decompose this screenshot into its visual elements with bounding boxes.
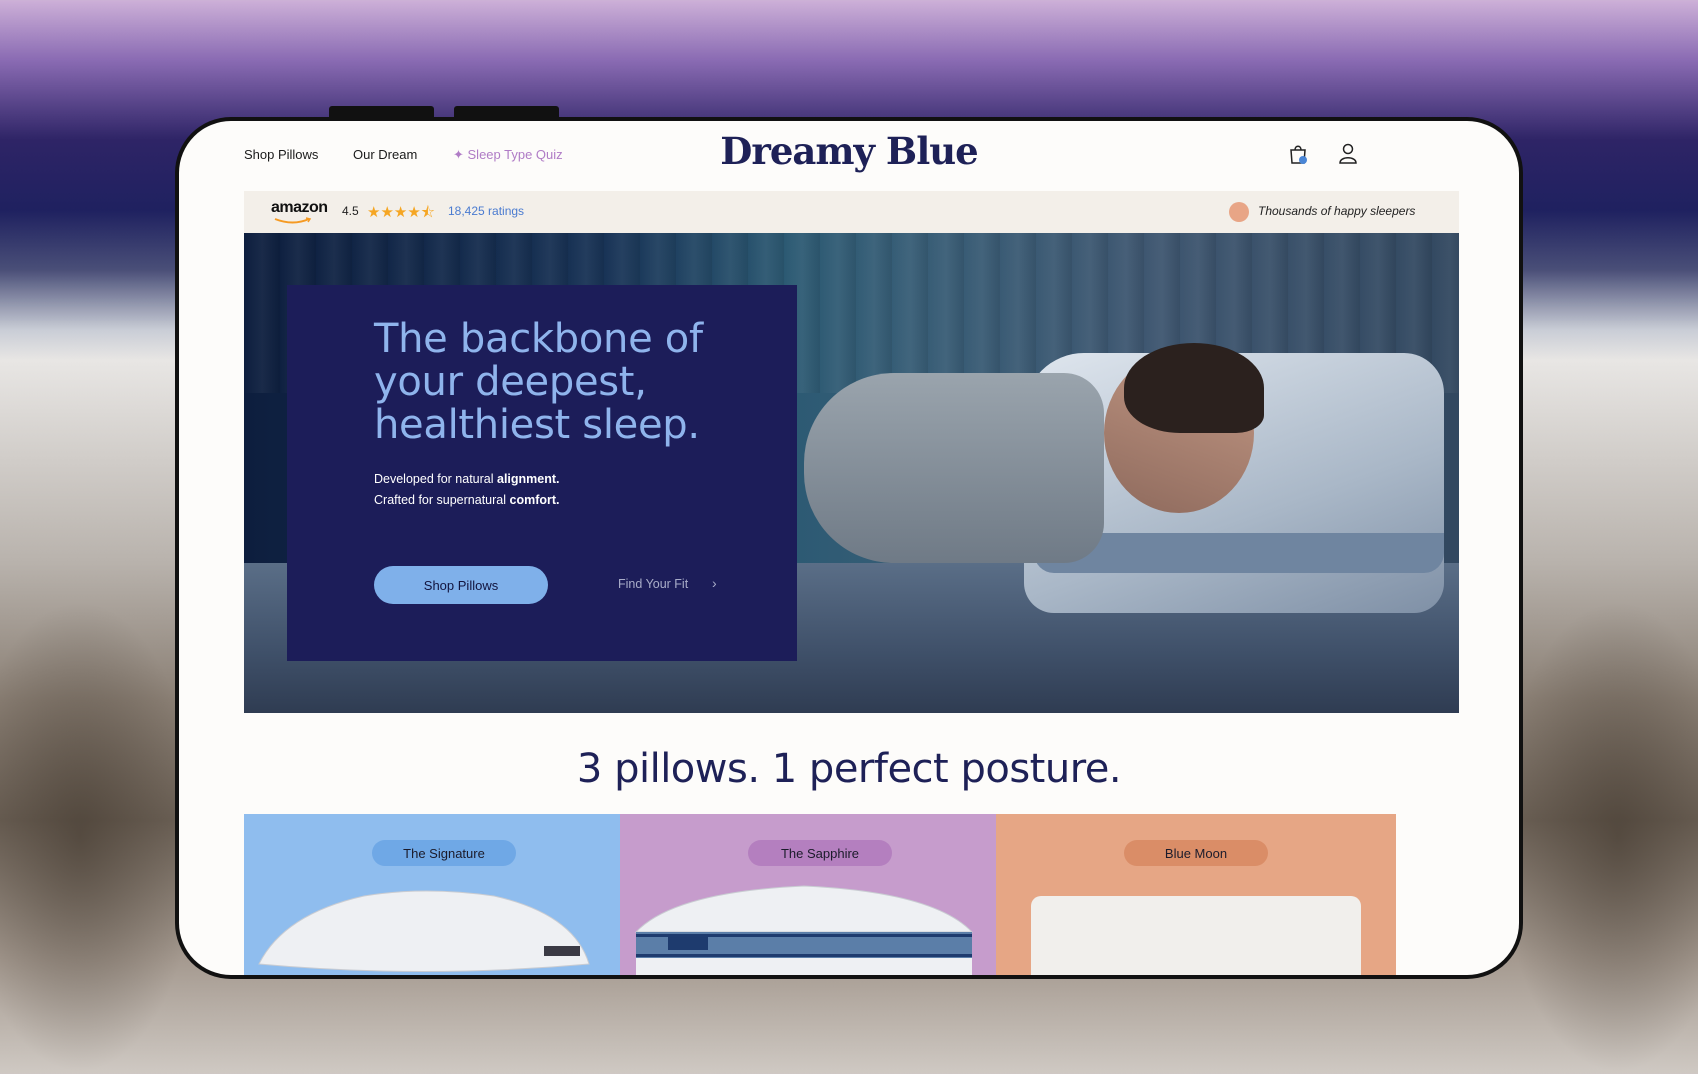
section-title: 3 pillows. 1 perfect posture. — [576, 746, 1122, 792]
shopping-bag-icon — [1290, 145, 1307, 164]
hero-sleeper-body — [804, 373, 1104, 563]
chevron-right-icon[interactable]: › — [712, 575, 717, 591]
amazon-smile-icon — [274, 217, 312, 224]
user-icon — [1339, 143, 1357, 164]
find-your-fit-link[interactable]: Find Your Fit — [618, 577, 688, 591]
shop-pillows-button[interactable]: Shop Pillows — [374, 566, 548, 604]
device-frame: Shop Pillows Our Dream ✦ Sleep Type Quiz… — [175, 117, 1523, 979]
account-button[interactable] — [1335, 141, 1361, 167]
hero-sub-line2: Crafted for supernatural — [374, 493, 510, 507]
hero-sub-line1: Developed for natural — [374, 472, 497, 486]
ratings-count-link[interactable]: 18,425 ratings — [448, 204, 524, 218]
product-card-signature[interactable]: The Signature — [244, 814, 644, 975]
star-rating-icon: ★★★★⯪ — [367, 204, 435, 221]
hero-sub-line1-bold: alignment. — [497, 472, 560, 486]
cart-button[interactable] — [1285, 141, 1311, 167]
product-badge[interactable]: The Sapphire — [748, 840, 892, 866]
hero-sub-line2-bold: comfort. — [509, 493, 560, 507]
browser-screen: Shop Pillows Our Dream ✦ Sleep Type Quiz… — [179, 121, 1519, 975]
hero-text-panel: The backbone of your deepest, healthiest… — [287, 285, 797, 661]
signature-pillow-image — [258, 890, 590, 972]
hero-subtext: Developed for natural alignment. Crafted… — [374, 469, 560, 511]
blue-moon-pillow-image — [1031, 896, 1361, 975]
product-badge[interactable]: The Signature — [372, 840, 516, 866]
happy-sleepers-text: Thousands of happy sleepers — [1258, 204, 1416, 218]
hero-sleeper-hair — [1124, 343, 1264, 433]
product-card-blue-moon[interactable]: Blue Moon — [996, 814, 1396, 975]
brand-logo[interactable]: Dreamy Blue — [179, 129, 1519, 173]
logo-star-icon: ✦ — [740, 138, 750, 150]
amazon-logo: amazon — [271, 199, 328, 216]
hero-headline: The backbone of your deepest, healthiest… — [374, 316, 703, 448]
sapphire-pillow-image — [634, 885, 974, 975]
rating-score: 4.5 — [342, 204, 359, 218]
ratings-bar: amazon 4.5 ★★★★⯪ 18,425 ratings Thousand… — [244, 191, 1459, 233]
product-badge[interactable]: Blue Moon — [1124, 840, 1268, 866]
product-card-sapphire[interactable]: The Sapphire — [620, 814, 1020, 975]
smiley-face-icon — [1229, 202, 1249, 222]
hero-banner: The backbone of your deepest, healthiest… — [244, 233, 1459, 713]
